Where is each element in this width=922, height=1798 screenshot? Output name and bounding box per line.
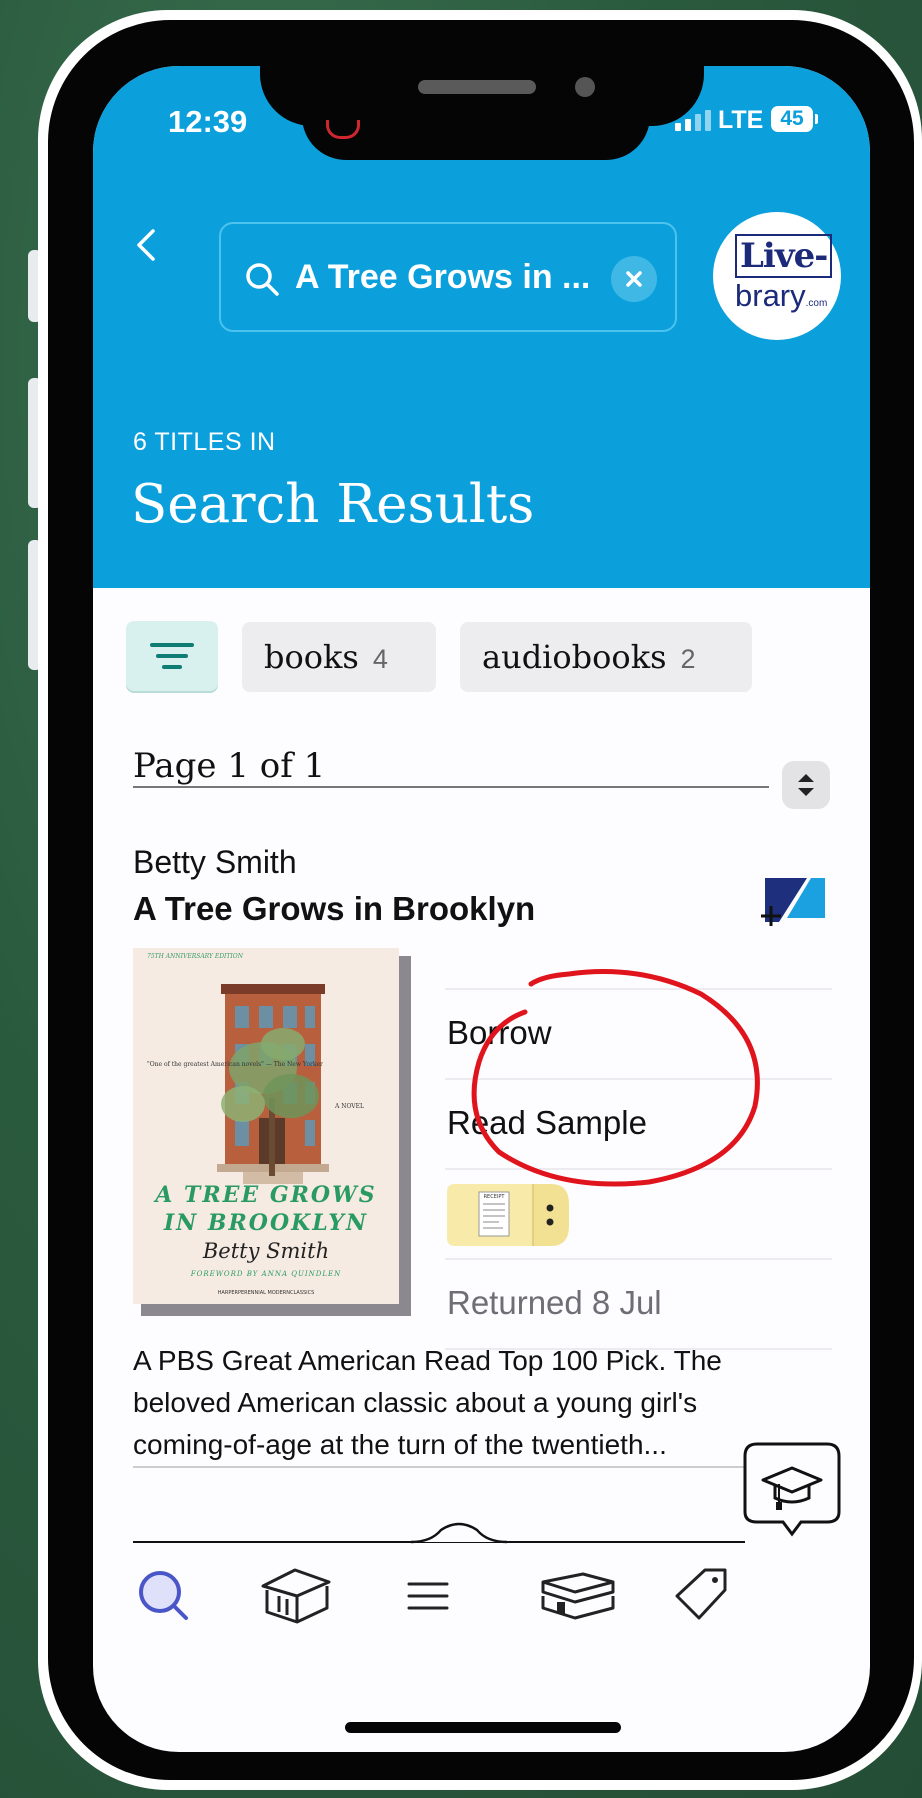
page-title: Search Results (131, 474, 535, 535)
book-title[interactable]: A Tree Grows in Brooklyn (133, 890, 535, 928)
home-indicator[interactable] (345, 1722, 621, 1733)
battery-tip (815, 114, 818, 124)
chevron-left-icon (137, 229, 155, 261)
book-author[interactable]: Betty Smith (133, 844, 297, 881)
speaker (418, 80, 536, 94)
back-button[interactable] (127, 223, 167, 267)
cover-author: Betty Smith (202, 1239, 329, 1263)
logo-suffix: .com (805, 298, 828, 309)
clear-search-button[interactable] (611, 256, 657, 302)
page-stepper[interactable] (782, 761, 830, 809)
borrow-button[interactable]: Borrow (445, 988, 832, 1078)
read-sample-label: Read Sample (447, 1104, 647, 1141)
status-time: 12:39 (168, 104, 248, 139)
chip-label: books (264, 638, 359, 676)
up-down-icon (798, 774, 814, 796)
returned-row: Returned 8 Jul (445, 1258, 832, 1350)
tab-menu[interactable] (393, 1560, 463, 1630)
cover-novel: A NOVEL (334, 1103, 364, 1110)
search-query[interactable]: A Tree Grows in ... (295, 258, 590, 297)
book-description[interactable]: A PBS Great American Read Top 100 Pick. … (133, 1340, 793, 1466)
cover-edition: 75TH ANNIVERSARY EDITION (147, 953, 244, 960)
cover-title-line1: A TREE GROWS (153, 1182, 376, 1208)
close-icon (626, 271, 642, 287)
library-icon (261, 1568, 331, 1624)
receipt-label: RECEIPT (484, 1194, 506, 1200)
battery-icon: 45 (771, 106, 813, 132)
book-cover-art: 75TH ANNIVERSARY EDITION "One of the gre… (133, 948, 399, 1304)
filter-chip-audiobooks[interactable]: audiobooks 2 (460, 622, 752, 692)
divider (133, 1466, 745, 1468)
tabbar-bump (411, 1522, 507, 1544)
logo-text-top: Live- (735, 234, 833, 278)
read-sample-button[interactable]: Read Sample (445, 1078, 832, 1168)
network-label: LTE (718, 106, 764, 134)
page-select[interactable]: Page 1 of 1 (133, 746, 769, 788)
search-field[interactable]: A Tree Grows in ... (219, 222, 677, 332)
filter-icon (150, 643, 194, 669)
library-logo[interactable]: Live- brary.com (713, 212, 841, 340)
add-to-list-icon[interactable] (759, 872, 829, 932)
chip-count: 2 (680, 644, 696, 674)
tab-search[interactable] (128, 1560, 198, 1630)
cover-foreword: FOREWORD BY ANNA QUINDLEN (190, 1270, 342, 1278)
filter-button[interactable] (126, 621, 218, 691)
cover-publisher: HARPERPERENNIAL MODERNCLASSICS (218, 1290, 315, 1296)
chip-label: audiobooks (482, 638, 667, 676)
graduation-cap-icon (743, 1442, 841, 1537)
cover-quote: "One of the greatest American novels" — … (147, 1061, 323, 1068)
app-screen: 12:39 LTE 45 A Tree Grows in ... Live- b… (93, 66, 870, 1752)
tab-library[interactable] (253, 1560, 337, 1630)
borrow-label: Borrow (447, 1014, 552, 1051)
menu-icon (407, 1582, 449, 1610)
logo-text-bottom: brary (735, 278, 806, 313)
search-icon (246, 263, 279, 296)
tab-shelf[interactable] (535, 1560, 619, 1630)
receipt-button[interactable]: RECEIPT (447, 1184, 569, 1246)
tag-icon (675, 1568, 727, 1620)
cover-title-line2: IN BROOKLYN (163, 1210, 368, 1236)
tutorial-button[interactable] (743, 1442, 841, 1552)
receipt-row: RECEIPT (445, 1168, 832, 1258)
book-cover[interactable]: 75TH ANNIVERSARY EDITION "One of the gre… (133, 948, 399, 1304)
tab-tags[interactable] (667, 1560, 737, 1630)
search-icon (139, 1571, 188, 1620)
titles-count: 6 TITLES IN (133, 428, 276, 456)
front-camera (575, 77, 595, 97)
shelf-icon (541, 1572, 615, 1620)
chip-count: 4 (372, 644, 388, 674)
filter-chip-books[interactable]: books 4 (242, 622, 436, 692)
returned-status: Returned 8 Jul (447, 1284, 662, 1321)
receipt-icon: RECEIPT (447, 1184, 569, 1246)
